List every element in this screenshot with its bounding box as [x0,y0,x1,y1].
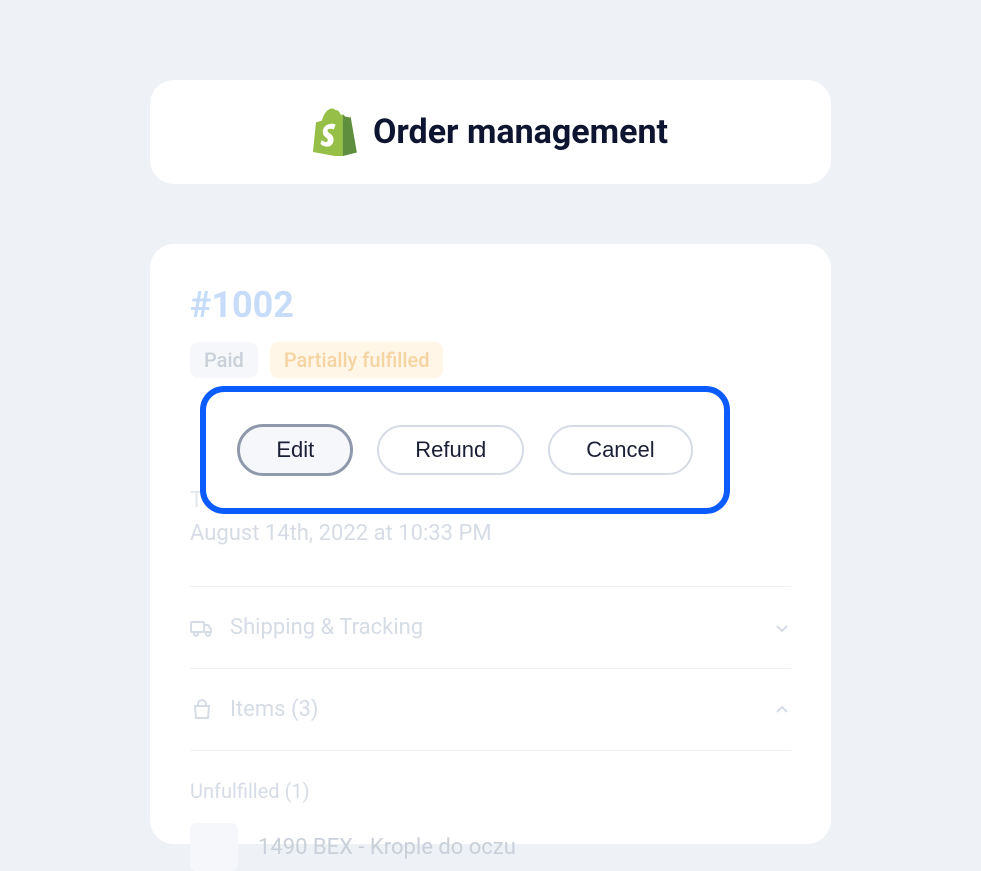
divider [190,586,791,587]
status-badges: Paid Partially fulfilled [190,342,791,378]
bag-icon [190,698,214,722]
product-thumbnail [190,823,238,871]
partial-fulfilled-badge: Partially fulfilled [270,342,444,378]
truck-icon [190,616,214,640]
shipping-section[interactable]: Shipping & Tracking [190,615,791,669]
items-label: Items (3) [230,697,757,722]
actions-highlight: Edit Refund Cancel [200,386,730,514]
order-card: #1002 Paid Partially fulfilled T August … [150,244,831,844]
paid-badge: Paid [190,342,258,378]
unfulfilled-label: Unfulfilled (1) [190,779,791,803]
refund-button[interactable]: Refund [377,425,524,475]
page-title: Order management [373,112,668,152]
page-container: Order management Edit Refund Cancel #100… [0,0,981,830]
cancel-button[interactable]: Cancel [548,425,692,475]
order-timestamp: August 14th, 2022 at 10:33 PM [190,521,791,546]
product-row[interactable]: 1490 BEX - Krople do oczu [190,823,791,871]
chevron-up-icon [773,701,791,719]
shopify-icon [313,108,357,156]
shipping-label: Shipping & Tracking [230,615,757,640]
chevron-down-icon [773,619,791,637]
edit-button[interactable]: Edit [237,424,353,476]
product-name: 1490 BEX - Krople do oczu [258,835,516,860]
items-section[interactable]: Items (3) [190,697,791,751]
order-number: #1002 [190,284,791,326]
header-card: Order management [150,80,831,184]
